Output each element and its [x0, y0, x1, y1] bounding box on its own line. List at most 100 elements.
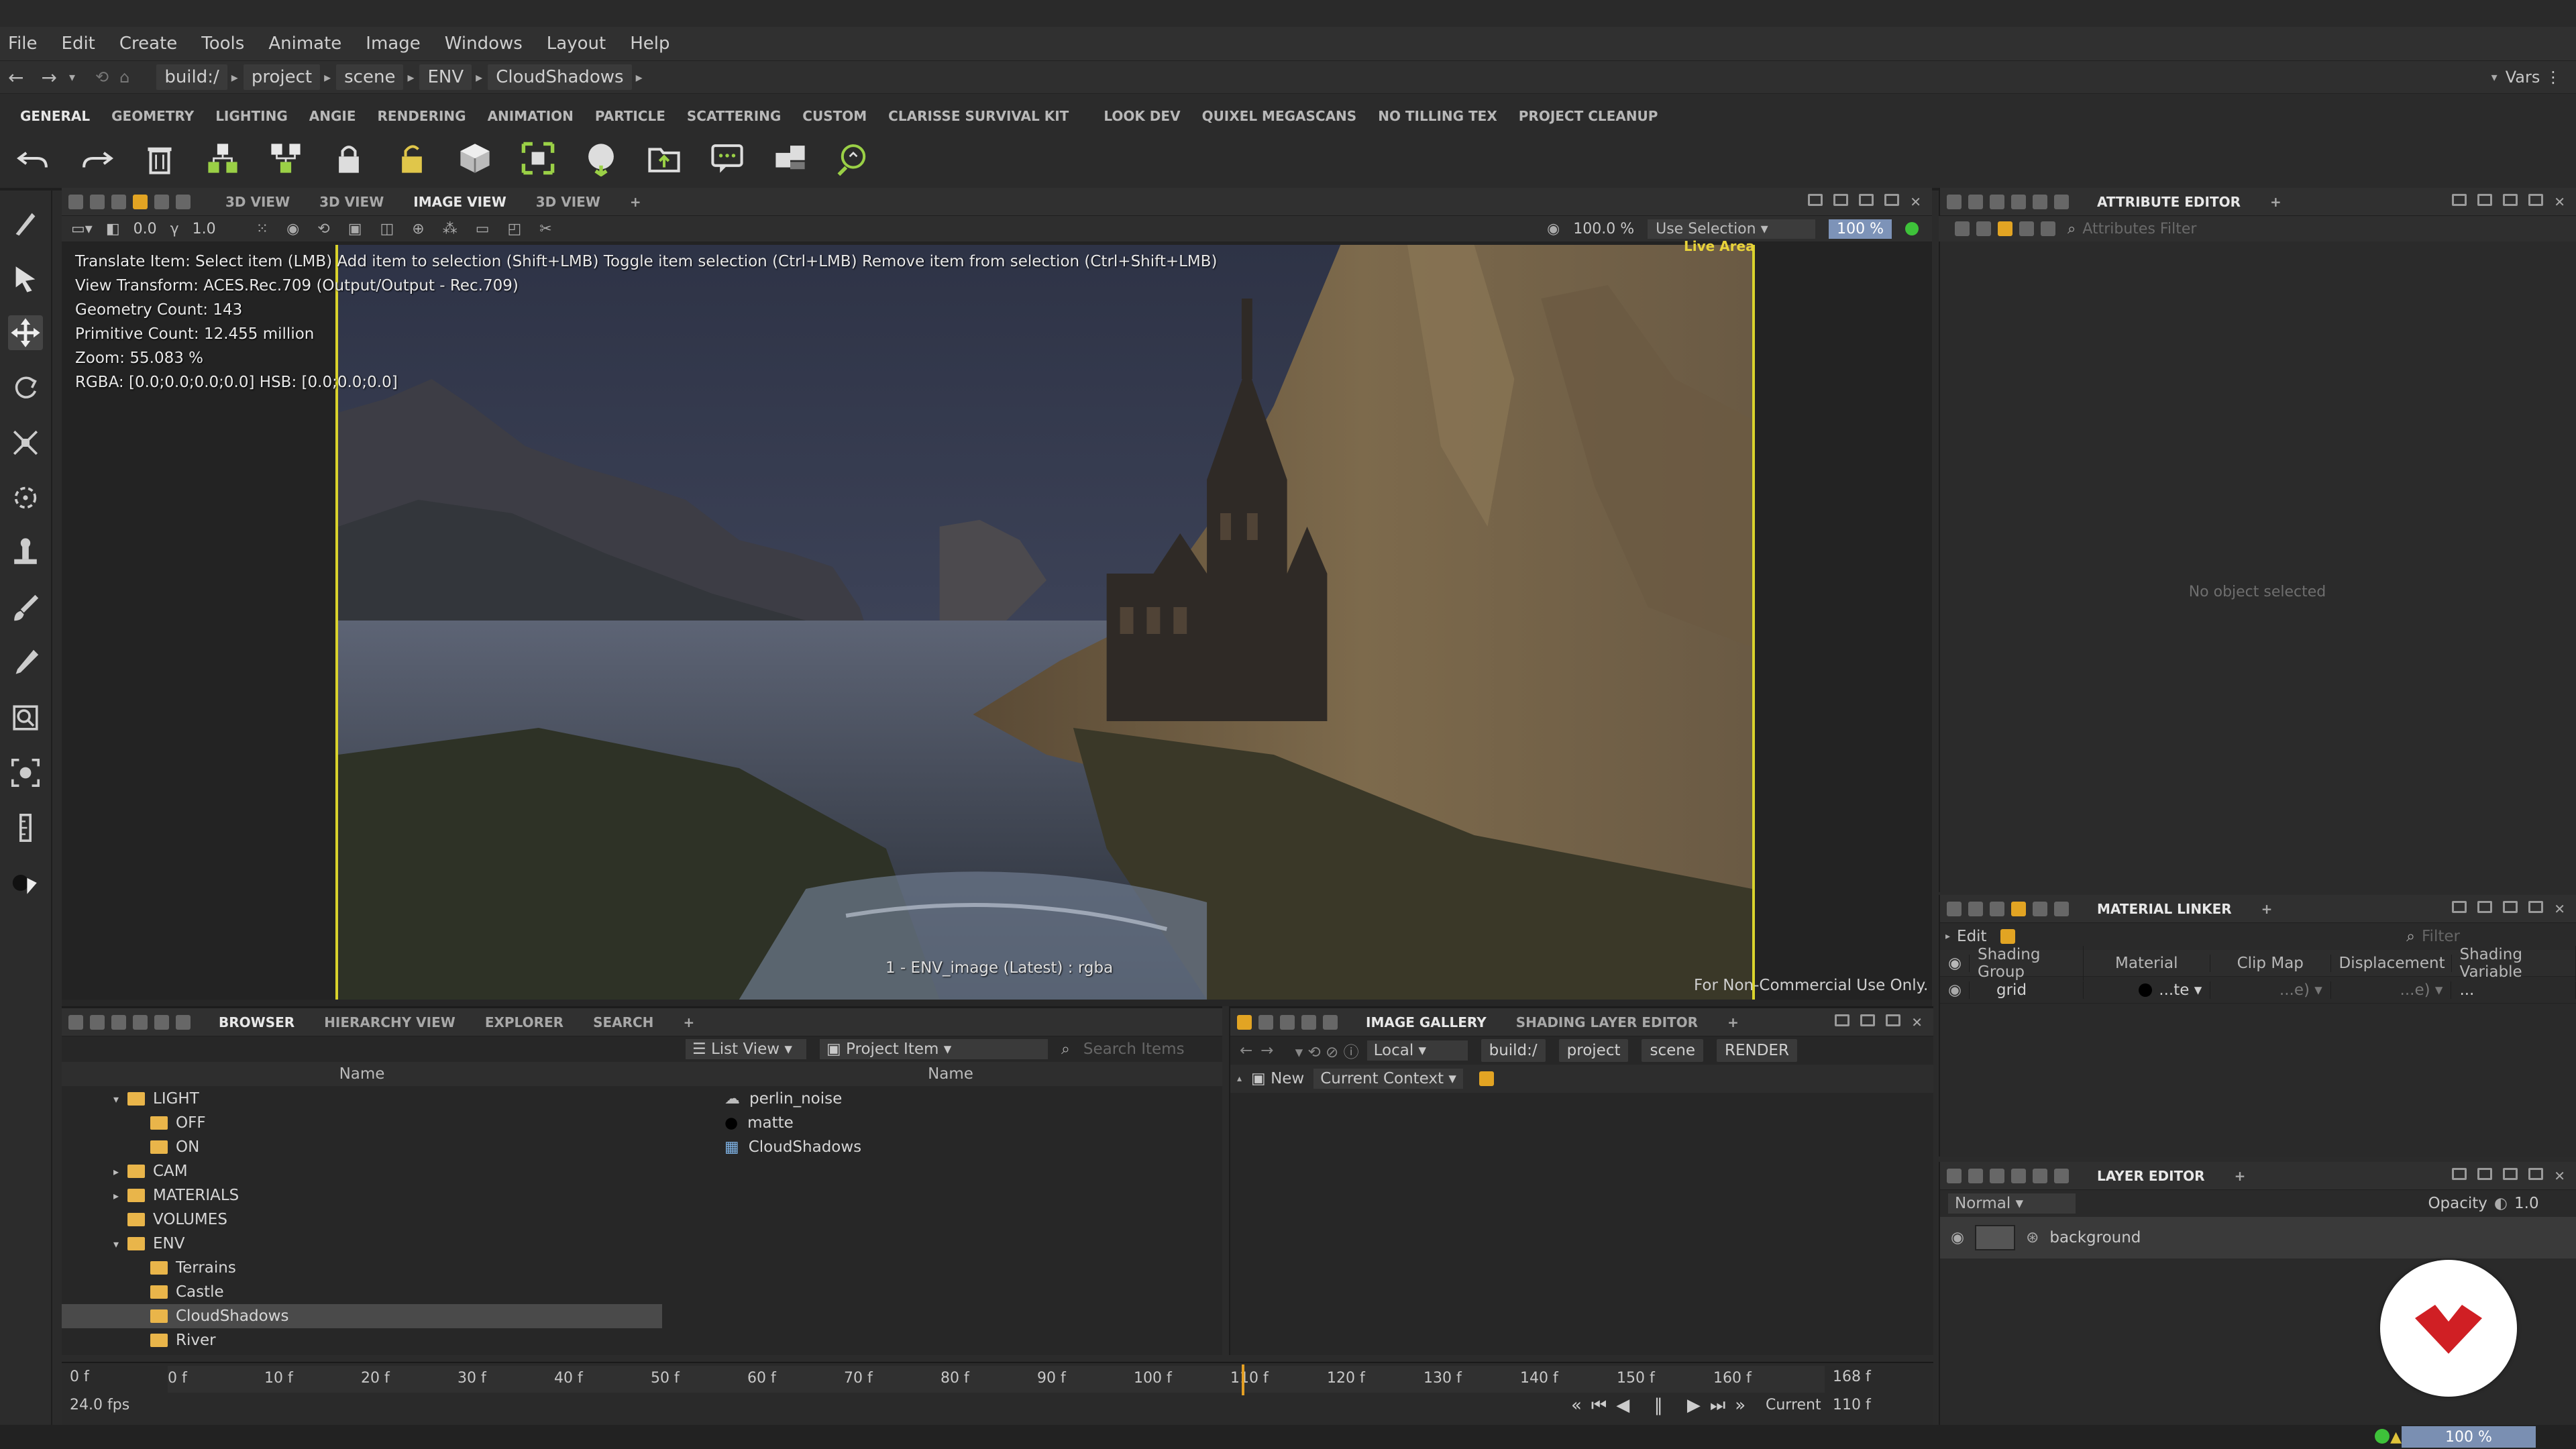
zoom-region-icon[interactable]: [8, 700, 43, 735]
material-icon[interactable]: [2000, 929, 2015, 944]
row-clip-map[interactable]: ...e) ▾: [2210, 981, 2331, 999]
panel-snapshot-icon[interactable]: [111, 194, 126, 209]
lock-icon[interactable]: [330, 140, 368, 177]
panel-menu-icon[interactable]: [1947, 194, 1962, 209]
layout-icon[interactable]: [2452, 900, 2467, 913]
panel-menu-icon[interactable]: [1947, 901, 1962, 916]
expand-arrow-icon[interactable]: ▸: [110, 1189, 122, 1202]
shelf-tab-angie[interactable]: ANGIE: [309, 108, 356, 124]
menu-layout[interactable]: Layout: [547, 34, 606, 54]
gallery-crumb-render[interactable]: RENDER: [1717, 1039, 1797, 1062]
list-item[interactable]: ☁ perlin_noise: [684, 1087, 1221, 1111]
gallery-crumb-scene[interactable]: scene: [1642, 1039, 1703, 1062]
paint-brush-icon[interactable]: [8, 590, 43, 625]
tab-3d-view-1[interactable]: 3D VIEW: [211, 188, 305, 216]
panel-menu-icon[interactable]: [1947, 1168, 1962, 1183]
panel-play-icon[interactable]: [133, 194, 148, 209]
cube-icon[interactable]: [456, 140, 494, 177]
panel-lock-icon[interactable]: [1968, 194, 1983, 209]
picker-icon[interactable]: [8, 205, 43, 240]
layout-icon[interactable]: [2477, 900, 2493, 913]
channel-icon[interactable]: ◧: [106, 221, 120, 237]
tab-hierarchy-view[interactable]: HIERARCHY VIEW: [309, 1008, 470, 1036]
col-displacement[interactable]: Displacement: [2331, 954, 2452, 972]
material-ball-icon[interactable]: [8, 865, 43, 900]
vars-menu[interactable]: Vars ⋮: [2506, 68, 2561, 87]
panel-play-icon[interactable]: [2011, 901, 2026, 916]
comment-icon[interactable]: [708, 140, 746, 177]
shelf-tab-general[interactable]: GENERAL: [20, 108, 90, 124]
tree-row-off[interactable]: OFF: [62, 1111, 662, 1135]
layout-icon[interactable]: [2503, 1167, 2518, 1180]
timeline-start[interactable]: 0 f: [70, 1368, 89, 1385]
panel-refresh-icon[interactable]: [176, 1014, 191, 1030]
layout-icon[interactable]: [2528, 1167, 2544, 1180]
zoom-field[interactable]: 100.0 %: [1573, 221, 1634, 237]
tab-3d-view-2[interactable]: 3D VIEW: [305, 188, 398, 216]
row-displacement[interactable]: ...e) ▾: [2331, 981, 2452, 999]
eye-icon[interactable]: ◉: [1940, 981, 1970, 999]
tree-row-materials[interactable]: ▸ MATERIALS: [62, 1183, 662, 1208]
add-tab-icon[interactable]: +: [668, 1008, 709, 1036]
menu-edit[interactable]: Edit: [62, 34, 95, 54]
add-tab-icon[interactable]: +: [1713, 1008, 1754, 1036]
stamp-tool-icon[interactable]: [8, 535, 43, 570]
col-shading-variable[interactable]: Shading Variable: [2452, 945, 2576, 981]
panel-play-icon[interactable]: [2011, 1168, 2026, 1183]
panel-lock-icon[interactable]: [1968, 1168, 1983, 1183]
scale-tool-icon[interactable]: [8, 425, 43, 460]
col-material[interactable]: Material: [2084, 954, 2210, 972]
tab-3d-view-3[interactable]: 3D VIEW: [521, 188, 615, 216]
menu-image[interactable]: Image: [366, 34, 420, 54]
tree-row-on[interactable]: ON: [62, 1135, 662, 1159]
gallery-image-icon[interactable]: [1479, 1071, 1494, 1086]
items-col-name[interactable]: Name: [682, 1065, 1219, 1083]
tree-row-volumes[interactable]: VOLUMES: [62, 1208, 662, 1232]
layer-row[interactable]: ◉ ⊛ background: [1940, 1217, 2576, 1258]
tree-row-terrains[interactable]: Terrains: [62, 1256, 662, 1280]
panel-pause-icon[interactable]: [154, 1014, 169, 1030]
render-globe-icon[interactable]: [582, 140, 620, 177]
warning-icon[interactable]: ▲: [2390, 1429, 2402, 1446]
current-context-dropdown[interactable]: Current Context ▾: [1313, 1069, 1463, 1089]
panel-pause-icon[interactable]: [2033, 1168, 2047, 1183]
close-panel-icon[interactable]: ✕: [1910, 194, 1921, 210]
tab-image-gallery[interactable]: IMAGE GALLERY: [1351, 1008, 1501, 1036]
move-tool-icon[interactable]: [8, 315, 43, 350]
menu-file[interactable]: File: [8, 34, 38, 54]
menu-windows[interactable]: Windows: [445, 34, 523, 54]
timeline-end[interactable]: 168 f: [1833, 1368, 1871, 1385]
context-dropdown[interactable]: Local ▾: [1366, 1040, 1468, 1061]
tab-layer-editor[interactable]: LAYER EDITOR: [2082, 1162, 2220, 1190]
blend-mode-dropdown[interactable]: Normal ▾: [1948, 1193, 2076, 1214]
attr-view-icon[interactable]: [1955, 221, 1970, 236]
tab-shading-layer-editor[interactable]: SHADING LAYER EDITOR: [1501, 1008, 1713, 1036]
home-icon[interactable]: ⌂: [119, 68, 129, 87]
panel-snapshot-icon[interactable]: [1990, 194, 2004, 209]
add-tab-icon[interactable]: +: [615, 188, 656, 216]
layout-icon[interactable]: [2503, 193, 2518, 206]
expand-arrow-icon[interactable]: ▾: [110, 1093, 122, 1106]
panel-refresh-icon[interactable]: [2054, 901, 2069, 916]
tree-row-cam[interactable]: ▸ CAM: [62, 1159, 662, 1183]
sculpt-brush-icon[interactable]: [8, 645, 43, 680]
back-icon[interactable]: ←: [8, 66, 23, 89]
forward-icon[interactable]: →: [1260, 1042, 1273, 1059]
layout-icon-3[interactable]: [1859, 193, 1874, 206]
close-panel-icon[interactable]: ✕: [2554, 194, 2565, 210]
shelf-tab-lighting[interactable]: LIGHTING: [215, 108, 288, 124]
tree-row-river[interactable]: River: [62, 1328, 662, 1352]
layout-icon-2[interactable]: [1833, 193, 1849, 206]
layout-icon[interactable]: [1860, 1014, 1876, 1026]
tab-material-linker[interactable]: MATERIAL LINKER: [2082, 895, 2247, 923]
panel-menu-icon[interactable]: [1237, 1014, 1252, 1030]
crumb-env[interactable]: ENV: [419, 64, 472, 90]
panel-snapshot-icon[interactable]: [1990, 901, 2004, 916]
layout-icon[interactable]: [2477, 193, 2493, 206]
ungroup-icon[interactable]: [267, 140, 305, 177]
layout-icon-4[interactable]: [1884, 193, 1900, 206]
panel-refresh-icon[interactable]: [2054, 194, 2069, 209]
list-item[interactable]: ▦ CloudShadows: [684, 1135, 1221, 1159]
panel-lock-icon[interactable]: [90, 194, 105, 209]
row-material[interactable]: ...te ▾: [2084, 981, 2211, 999]
